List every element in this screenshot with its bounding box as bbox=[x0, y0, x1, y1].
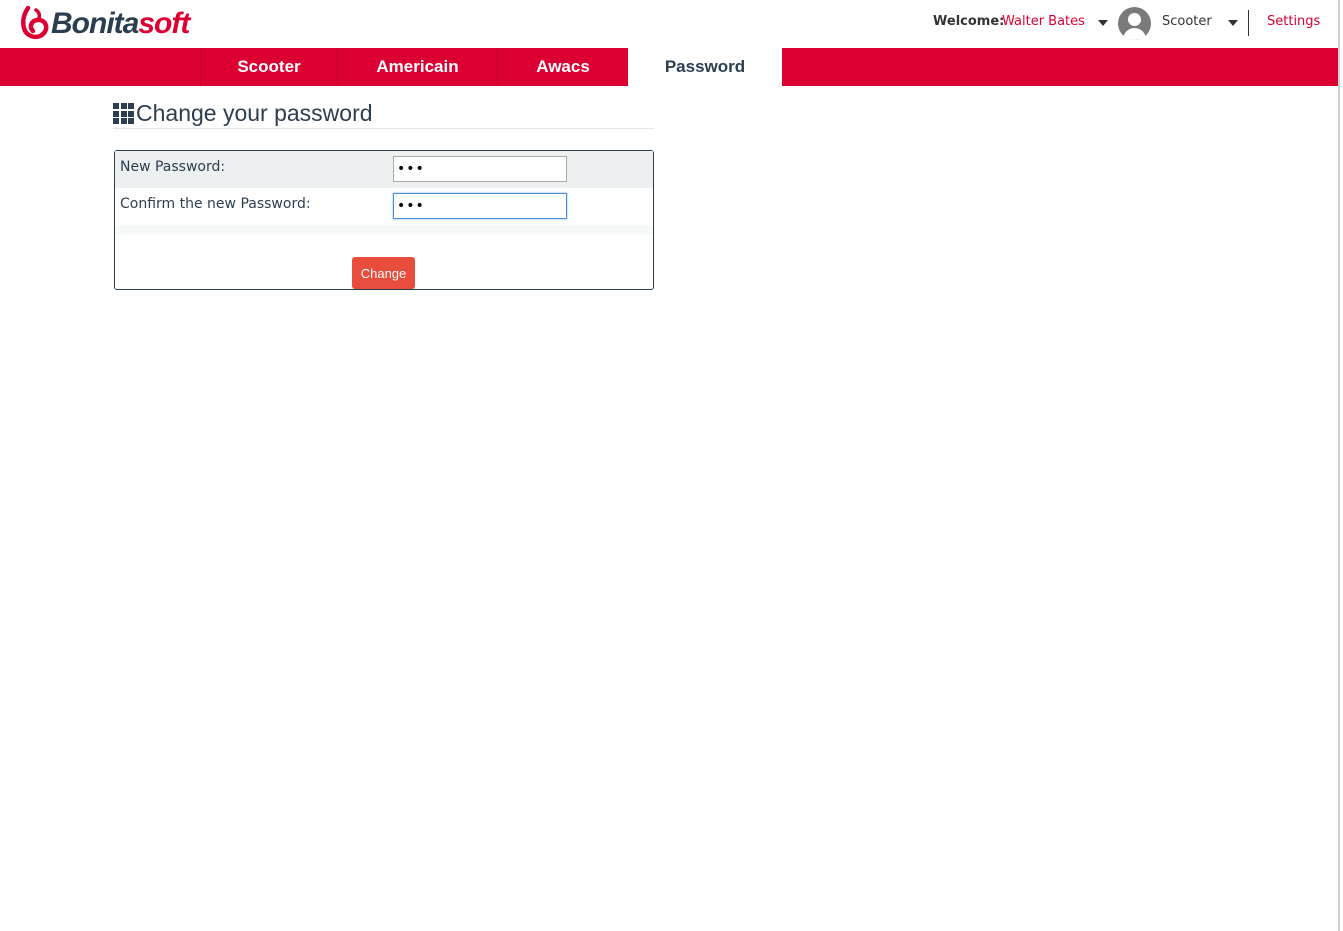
main-nav: Scooter Americain Awacs Password bbox=[0, 48, 1338, 86]
bonitasoft-logo[interactable]: Bonitasoft bbox=[18, 5, 190, 43]
new-password-input[interactable] bbox=[393, 156, 567, 182]
header-divider bbox=[1248, 10, 1249, 36]
welcome-label: Welcome: bbox=[933, 14, 1005, 29]
new-password-label: New Password: bbox=[120, 159, 226, 175]
confirm-password-row: Confirm the new Password: bbox=[115, 188, 653, 225]
new-password-row: New Password: bbox=[115, 151, 653, 188]
user-name-link[interactable]: Walter Bates bbox=[1002, 14, 1085, 29]
avatar-body bbox=[1123, 28, 1146, 40]
avatar-head bbox=[1128, 13, 1141, 26]
page-title: Change your password bbox=[113, 99, 654, 129]
logo-text: Bonitasoft bbox=[51, 7, 190, 40]
tab-awacs[interactable]: Awacs bbox=[497, 48, 628, 86]
window-edge-divider bbox=[1338, 0, 1340, 931]
confirm-password-label: Confirm the new Password: bbox=[120, 196, 311, 212]
user-menu-caret-icon[interactable] bbox=[1098, 20, 1108, 26]
page-title-text: Change your password bbox=[136, 100, 373, 126]
grid-icon bbox=[113, 103, 134, 124]
form-spacer-row bbox=[115, 225, 653, 235]
change-button[interactable]: Change bbox=[352, 257, 415, 289]
avatar[interactable] bbox=[1118, 7, 1151, 40]
settings-link[interactable]: Settings bbox=[1267, 14, 1320, 29]
change-password-form: New Password: Confirm the new Password: … bbox=[114, 150, 654, 290]
top-header: Bonitasoft Welcome: Walter Bates Scooter… bbox=[0, 0, 1338, 48]
tab-americain[interactable]: Americain bbox=[337, 48, 497, 86]
tab-scooter[interactable]: Scooter bbox=[200, 48, 337, 86]
app-selector-label[interactable]: Scooter bbox=[1162, 14, 1212, 29]
bonita-logo-icon bbox=[20, 6, 49, 40]
confirm-password-input[interactable] bbox=[393, 193, 567, 219]
tab-password[interactable]: Password bbox=[628, 48, 782, 86]
app-menu-caret-icon[interactable] bbox=[1228, 20, 1238, 26]
